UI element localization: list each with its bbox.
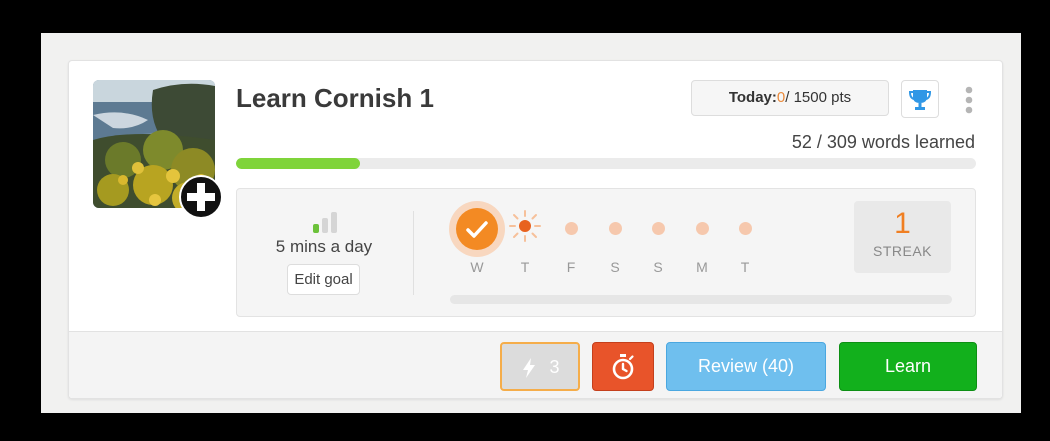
lightning-bolt-icon	[523, 358, 536, 379]
day-label: S	[653, 259, 663, 275]
edit-goal-button[interactable]: Edit goal	[287, 264, 360, 295]
daily-goal-panel: 5 mins a day Edit goal W T F S S M T 1 S…	[236, 188, 976, 317]
day-label: T	[520, 259, 530, 275]
day-label: M	[696, 259, 708, 275]
app-frame: Learn Cornish 1 Today:0/ 1500 pts 52 / 3…	[41, 33, 1021, 413]
words-learned: 52 / 309 words learned	[791, 132, 975, 152]
stopwatch-icon	[612, 354, 634, 380]
card-action-bar: 3 Review (40) Learn	[69, 331, 1002, 398]
plus-icon	[187, 183, 215, 211]
signal-bars-icon	[313, 212, 337, 233]
day-dot-m	[696, 222, 709, 235]
kebab-menu-icon	[965, 86, 973, 114]
day-dot-f	[565, 222, 578, 235]
day-label: W	[470, 259, 484, 275]
day-dot-s1	[609, 222, 622, 235]
more-options-button[interactable]	[962, 85, 976, 117]
streak-label: STREAK	[872, 243, 932, 259]
day-dot-t2	[739, 222, 752, 235]
leaderboard-button[interactable]	[901, 80, 939, 118]
today-points-value: 0	[776, 89, 786, 106]
review-button[interactable]: Review (40)	[666, 342, 826, 391]
panel-divider	[413, 211, 414, 295]
course-title: Learn Cornish 1	[236, 83, 434, 113]
streak-count: 1	[894, 207, 911, 240]
day-label: F	[566, 259, 576, 275]
day-label: S	[610, 259, 620, 275]
check-icon	[466, 221, 488, 238]
today-points-badge: Today:0/ 1500 pts	[691, 80, 889, 116]
today-points-total: / 1500 pts	[785, 89, 852, 106]
goal-text: 5 mins a day	[275, 237, 373, 256]
add-course-button[interactable]	[179, 175, 223, 219]
learn-button[interactable]: Learn	[839, 342, 977, 391]
today-label: Today:	[728, 89, 777, 106]
course-card: Learn Cornish 1 Today:0/ 1500 pts 52 / 3…	[68, 60, 1003, 399]
week-progress-bar	[450, 295, 952, 304]
boost-count: 3	[549, 357, 560, 377]
sun-icon	[509, 210, 541, 242]
boost-button[interactable]: 3	[500, 342, 580, 391]
trophy-icon	[908, 90, 932, 110]
course-progress-fill	[236, 158, 361, 169]
day-dot-s2	[652, 222, 665, 235]
day-label: T	[740, 259, 750, 275]
streak-badge: 1 STREAK	[854, 201, 951, 273]
course-progress-bar	[236, 158, 976, 169]
day-completed-marker	[456, 208, 498, 250]
speed-review-button[interactable]	[592, 342, 654, 391]
